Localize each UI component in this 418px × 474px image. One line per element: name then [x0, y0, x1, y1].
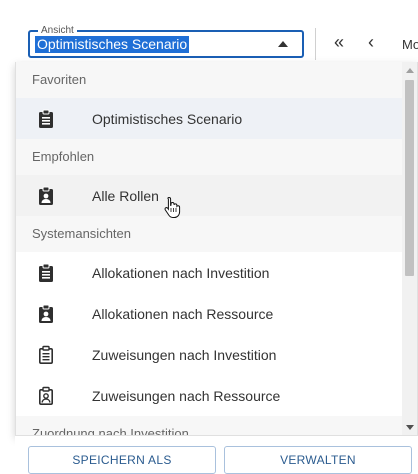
group-header: Zuordnung nach Investition	[16, 416, 403, 435]
clipboard-user-outline-icon	[38, 386, 54, 406]
view-option-label: Alle Rollen	[92, 187, 159, 204]
clipboard-user-icon	[38, 186, 54, 206]
view-toolbar: Ansicht Optimistisches Scenario « ‹ Mo	[0, 0, 418, 64]
clipboard-icon	[38, 109, 54, 129]
hand-pointer-cursor-icon	[164, 196, 181, 218]
clipboard-user-icon	[38, 304, 54, 324]
scroll-up-arrow-icon[interactable]	[406, 68, 414, 73]
view-option-item[interactable]: Allokationen nach Investition	[16, 252, 403, 293]
view-option-item[interactable]: Allokationen nach Ressource	[16, 293, 403, 334]
view-option-label: Zuweisungen nach Investition	[92, 346, 277, 363]
view-select-legend: Ansicht	[38, 25, 77, 36]
first-page-button[interactable]: «	[328, 31, 350, 55]
view-select-value[interactable]: Optimistisches Scenario	[35, 36, 190, 53]
caret-up-icon[interactable]	[278, 41, 288, 47]
view-option-item[interactable]: Zuweisungen nach Investition	[16, 334, 403, 375]
group-header: Empfohlen	[16, 139, 403, 175]
next-button-partial[interactable]: Mo	[402, 37, 418, 52]
save-as-button[interactable]: SPEICHERN ALS	[28, 446, 216, 474]
scroll-down-arrow-icon[interactable]	[406, 425, 414, 430]
view-dropdown-panel: Favoriten Optimistisches Scenario Empfohle…	[15, 62, 418, 436]
view-option-item[interactable]: Alle Rollen	[16, 175, 403, 216]
dropdown-footer: SPEICHERN ALS VERWALTEN	[15, 436, 418, 474]
view-option-label: Optimistisches Scenario	[92, 110, 243, 127]
toolbar-divider	[315, 28, 316, 60]
view-option-item[interactable]: Zuweisungen nach Ressource	[16, 375, 403, 416]
group-header: Favoriten	[16, 62, 403, 98]
view-select[interactable]: Ansicht Optimistisches Scenario	[28, 25, 304, 58]
view-option-label: Allokationen nach Investition	[92, 264, 270, 281]
dropdown-scrollbar[interactable]	[402, 62, 417, 435]
scrollbar-thumb[interactable]	[405, 80, 414, 276]
clipboard-outline-icon	[38, 345, 54, 365]
manage-button[interactable]: VERWALTEN	[224, 446, 412, 474]
view-option-item[interactable]: Optimistisches Scenario	[16, 98, 403, 139]
view-option-label: Allokationen nach Ressource	[92, 305, 274, 322]
view-options-list: Favoriten Optimistisches Scenario Empfohle…	[16, 62, 403, 435]
previous-page-button[interactable]: ‹	[360, 31, 382, 55]
group-header: Systemansichten	[16, 216, 403, 252]
clipboard-icon	[38, 263, 54, 283]
view-option-label: Zuweisungen nach Ressource	[92, 387, 281, 404]
